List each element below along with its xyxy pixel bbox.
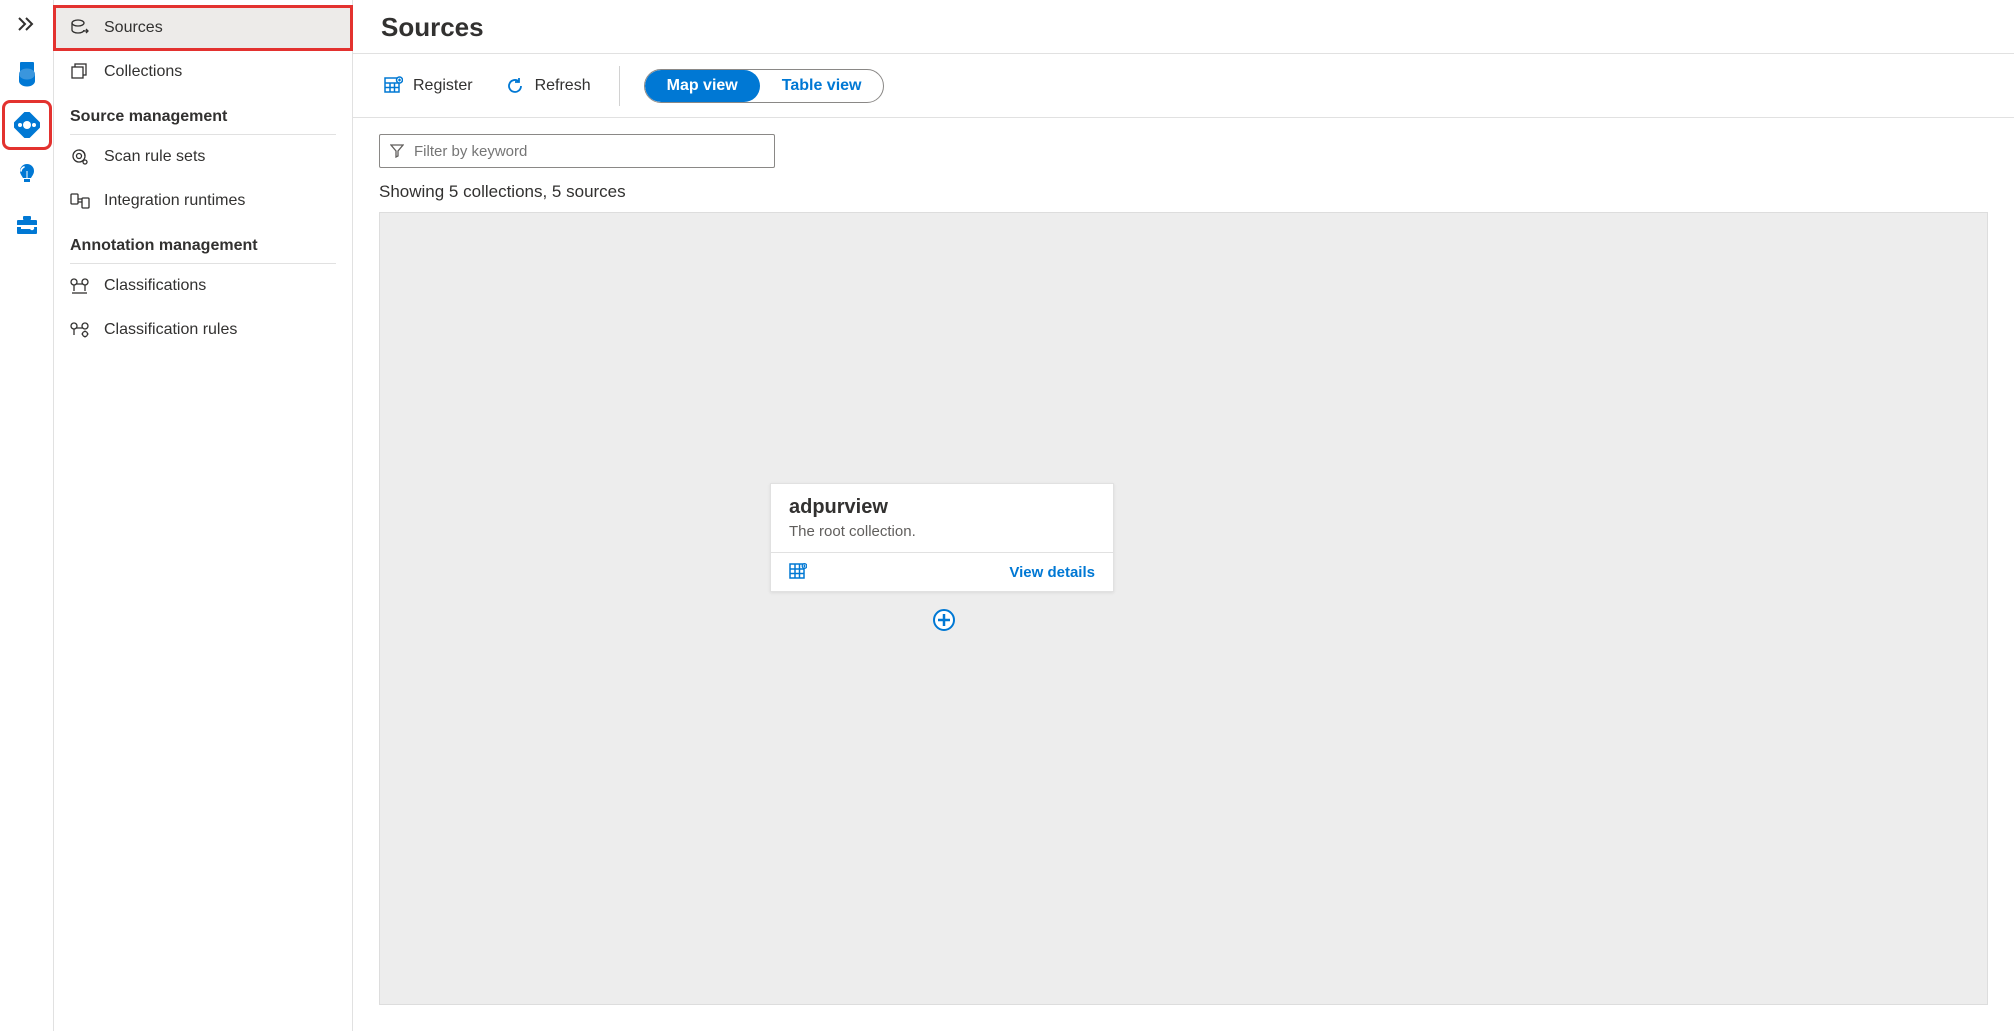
- sidenav-item-sources[interactable]: Sources: [54, 6, 352, 50]
- page-title: Sources: [353, 0, 2014, 54]
- results-summary: Showing 5 collections, 5 sources: [353, 174, 2014, 212]
- table-view-toggle[interactable]: Table view: [760, 70, 884, 102]
- data-map-icon: [14, 112, 40, 138]
- table-view-label: Table view: [782, 77, 862, 95]
- chevron-double-right-icon: [18, 17, 36, 31]
- plus-circle-icon: [932, 608, 956, 632]
- collections-icon: [70, 63, 90, 81]
- toolbar-divider: [619, 66, 620, 106]
- map-view-toggle[interactable]: Map view: [645, 70, 760, 102]
- main-content: Sources Register: [352, 0, 2014, 1031]
- sidenav-item-label: Sources: [104, 19, 163, 37]
- refresh-icon: [505, 76, 525, 96]
- refresh-label: Refresh: [535, 77, 591, 95]
- integration-icon: [70, 193, 90, 209]
- sidenav-group-annotation-mgmt: Annotation management: [54, 223, 352, 263]
- lightbulb-icon: [17, 162, 37, 188]
- grid-icon[interactable]: [789, 563, 807, 581]
- add-child-button[interactable]: [932, 608, 956, 632]
- classifications-icon: [70, 278, 90, 294]
- sidenav-item-label: Classification rules: [104, 321, 237, 339]
- sidenav-item-classifications[interactable]: Classifications: [54, 264, 352, 308]
- sidenav-item-label: Classifications: [104, 277, 206, 295]
- side-navigation: Sources Collections Source management: [54, 0, 352, 1031]
- sidenav-item-integration-runtimes[interactable]: Integration runtimes: [54, 179, 352, 223]
- sidenav-item-scan-rule-sets[interactable]: Scan rule sets: [54, 135, 352, 179]
- sidenav-group-source-mgmt: Source management: [54, 94, 352, 134]
- expand-nav-button[interactable]: [10, 10, 44, 38]
- collection-node-title: adpurview: [789, 496, 1095, 519]
- sidenav-item-label: Scan rule sets: [104, 148, 205, 166]
- sidenav-item-label: Collections: [104, 63, 182, 81]
- view-toggle: Map view Table view: [644, 69, 885, 103]
- database-icon: [16, 62, 38, 88]
- refresh-button[interactable]: Refresh: [501, 70, 595, 102]
- sidenav-item-classification-rules[interactable]: Classification rules: [54, 308, 352, 352]
- canvas-wrap: adpurview The root collection.: [353, 212, 2014, 1031]
- rail-item-data[interactable]: [8, 56, 46, 94]
- toolbar: Register Refresh Map view Table view: [353, 54, 2014, 118]
- map-canvas[interactable]: adpurview The root collection.: [379, 212, 1988, 1005]
- nav-rail: [0, 0, 54, 1031]
- filter-keyword-input[interactable]: [414, 143, 764, 160]
- classification-rules-icon: [70, 322, 90, 338]
- filter-input-wrapper[interactable]: [379, 134, 775, 168]
- view-details-link[interactable]: View details: [1009, 564, 1095, 581]
- toolbox-icon: [15, 214, 39, 236]
- register-button[interactable]: Register: [379, 70, 477, 102]
- collection-node-subtitle: The root collection.: [789, 523, 1095, 540]
- sidenav-item-collections[interactable]: Collections: [54, 50, 352, 94]
- filter-icon: [390, 144, 404, 158]
- sources-icon: [70, 19, 90, 37]
- filter-row: [353, 118, 2014, 174]
- map-view-label: Map view: [667, 77, 738, 95]
- scan-icon: [70, 148, 90, 166]
- register-label: Register: [413, 77, 473, 95]
- rail-item-management[interactable]: [8, 206, 46, 244]
- sidenav-item-label: Integration runtimes: [104, 192, 245, 210]
- register-icon: [383, 76, 403, 96]
- rail-item-data-map[interactable]: [8, 106, 46, 144]
- collection-node-card[interactable]: adpurview The root collection.: [770, 483, 1114, 592]
- rail-item-insights[interactable]: [8, 156, 46, 194]
